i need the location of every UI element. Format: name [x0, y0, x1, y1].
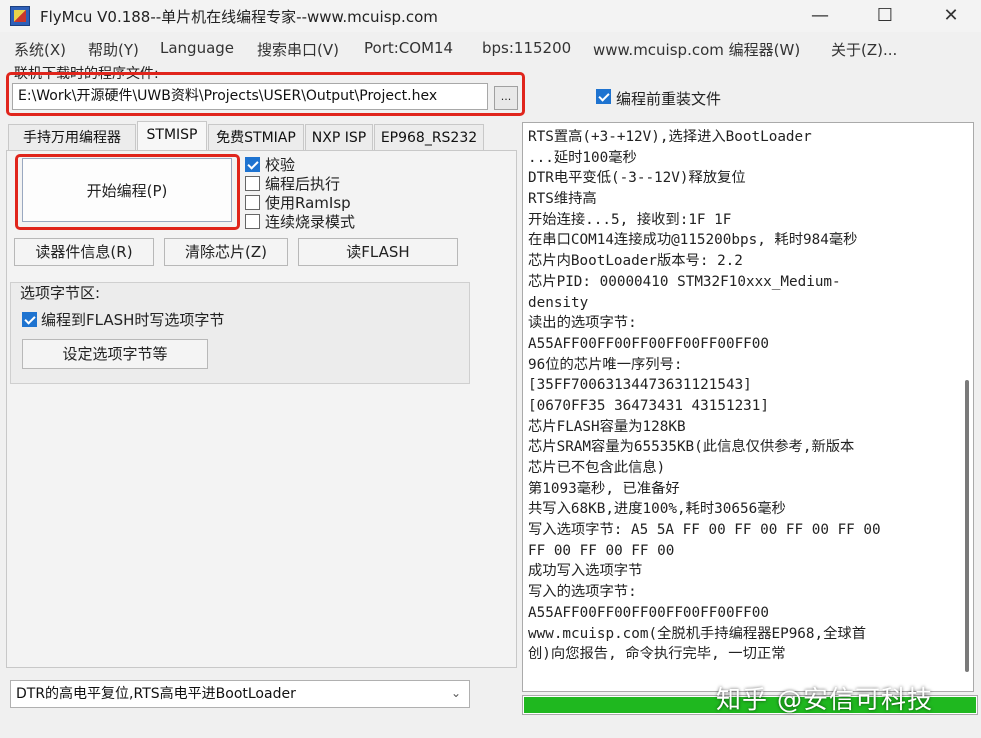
log-line: RTS置高(+3-+12V),选择进入BootLoader — [528, 129, 812, 145]
file-highlight-frame — [6, 72, 525, 116]
log-line: 成功写入选项字节 — [528, 563, 643, 580]
log-line: 96位的芯片唯一序列号: — [528, 356, 683, 373]
log-lines: RTS置高(+3-+12V),选择进入BootLoader ...延时100毫秒 D… — [528, 127, 968, 665]
log-line: 创)向您报告, 命令执行完毕, 一切正常 — [528, 646, 786, 663]
minimize-button[interactable]: — — [797, 2, 843, 30]
menu-language[interactable]: Language — [160, 39, 234, 57]
reprogram-checkbox[interactable] — [596, 89, 611, 104]
watermark: 知乎 @安信可科技 — [716, 685, 933, 714]
run-after-label: 编程后执行 — [265, 175, 341, 193]
ramisp-label: 使用RamIsp — [265, 194, 351, 212]
log-line: 芯片已不包含此信息) — [528, 460, 666, 476]
window-title: FlyMcu V0.188--单片机在线编程专家--www.mcuisp.com — [40, 8, 438, 26]
ramisp-checkbox[interactable] — [245, 195, 260, 210]
chevron-down-icon[interactable]: ⌄ — [448, 683, 464, 703]
app-icon — [10, 6, 30, 26]
erase-chip-button[interactable]: 清除芯片(Z) — [164, 238, 288, 266]
log-line: A55AFF00FF00FF00FF00FF00FF00 — [528, 335, 770, 352]
log-line: 写入的选项字节: — [528, 584, 637, 601]
log-line: FF 00 FF 00 FF 00 — [528, 542, 675, 559]
log-line: density — [528, 294, 589, 311]
reprogram-label: 编程前重装文件 — [616, 90, 722, 108]
log-line: DTR电平变低(-3--12V)释放复位 — [528, 170, 746, 187]
set-option-bytes-button[interactable]: 设定选项字节等 — [22, 339, 208, 369]
read-device-info-button[interactable]: 读器件信息(R) — [14, 238, 154, 266]
option-bytes-title: 选项字节区: — [20, 284, 101, 302]
log-line: [35FF70063134473631121543] — [528, 377, 752, 394]
tab-handheld-programmer[interactable]: 手持万用编程器 — [8, 124, 136, 150]
tab-stmisp[interactable]: STMISP — [137, 121, 207, 151]
verify-label: 校验 — [265, 156, 296, 174]
reset-mode-select[interactable]: DTR的高电平复位,RTS高电平进BootLoader — [10, 680, 470, 708]
log-line: 芯片内BootLoader版本号: 2.2 — [528, 253, 743, 270]
menu-system[interactable]: 系统(X) — [14, 39, 66, 60]
run-after-checkbox[interactable] — [245, 176, 260, 191]
log-line: 第1093毫秒, 已准备好 — [528, 480, 680, 497]
write-option-bytes-checkbox[interactable] — [22, 312, 37, 327]
verify-checkbox[interactable] — [245, 157, 260, 172]
menu-programmer[interactable]: www.mcuisp.com 编程器(W) — [593, 39, 800, 60]
log-line: 开始连接...5, 接收到:1F 1F — [528, 211, 732, 228]
menu-search-port[interactable]: 搜索串口(V) — [257, 39, 339, 60]
log-line: 共写入68KB,进度100%,耗时30656毫秒 — [528, 501, 786, 518]
tab-stmiap[interactable]: 免费STMIAP — [208, 124, 304, 150]
continuous-mode-label: 连续烧录模式 — [265, 213, 356, 231]
log-line: RTS维持高 — [528, 191, 597, 208]
tab-ep968[interactable]: EP968_RS232 — [374, 124, 484, 150]
log-line: 在串口COM14连接成功@115200bps, 耗时984毫秒 — [528, 232, 858, 249]
log-line: 芯片PID: 00000410 STM32F10xxx_Medium- — [528, 273, 841, 290]
close-button[interactable]: ✕ — [928, 2, 974, 30]
log-scroll-thumb[interactable] — [965, 380, 969, 672]
log-line: 芯片FLASH容量为128KB — [528, 418, 686, 435]
tab-nxp-isp[interactable]: NXP ISP — [305, 124, 373, 150]
read-flash-button[interactable]: 读FLASH — [298, 238, 458, 266]
start-highlight-frame — [15, 154, 240, 230]
log-line: 芯片SRAM容量为65535KB(此信息仅供参考,新版本 — [528, 439, 855, 456]
log-line: www.mcuisp.com(全脱机手持编程器EP968,全球首 — [528, 625, 867, 642]
maximize-button[interactable]: ☐ — [862, 2, 908, 30]
log-line: [0670FF35 36473431 43151231] — [528, 397, 770, 414]
menu-port[interactable]: Port:COM14 — [364, 39, 453, 57]
menu-baudrate[interactable]: bps:115200 — [482, 39, 571, 57]
menu-about[interactable]: 关于(Z)... — [831, 39, 897, 60]
continuous-mode-checkbox[interactable] — [245, 214, 260, 229]
log-line: ...延时100毫秒 — [528, 149, 637, 166]
write-option-bytes-label: 编程到FLASH时写选项字节 — [41, 311, 225, 329]
menu-help[interactable]: 帮助(Y) — [88, 39, 139, 60]
log-line: 读出的选项字节: — [528, 315, 637, 332]
log-line: 写入选项字节: A5 5A FF 00 FF 00 FF 00 FF 00 — [528, 522, 881, 539]
log-line: A55AFF00FF00FF00FF00FF00FF00 — [528, 604, 770, 621]
